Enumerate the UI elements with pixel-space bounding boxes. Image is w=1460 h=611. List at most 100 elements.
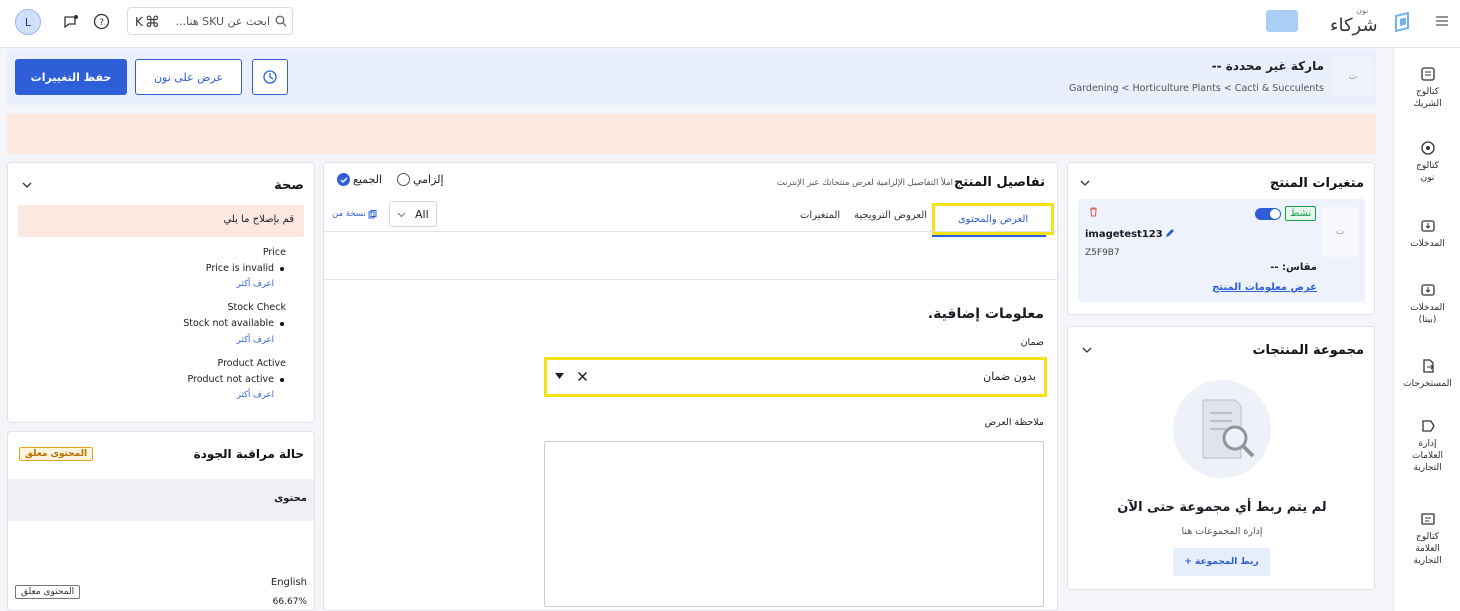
menu-icon[interactable] xyxy=(1435,15,1449,27)
issue-title: Price xyxy=(262,247,286,258)
qc-section-title: محتوى xyxy=(274,493,307,504)
inbox-icon xyxy=(1420,218,1436,234)
health-title: صحة xyxy=(274,178,304,193)
notifications-icon[interactable] xyxy=(62,13,80,31)
dropdown-caret-icon[interactable] xyxy=(555,373,564,380)
offer-note-textarea[interactable] xyxy=(544,441,1044,607)
status-toggle[interactable] xyxy=(1255,208,1281,220)
qc-row-badge: المحتوى معلق xyxy=(15,585,81,599)
tab-variants[interactable]: المتغيرات xyxy=(800,210,840,221)
link-group-button[interactable]: + ربط المجموعة xyxy=(1173,548,1270,576)
chevron-down-icon[interactable] xyxy=(1080,178,1090,188)
chevron-down-icon[interactable] xyxy=(1082,345,1092,355)
product-thumbnail: ت xyxy=(1333,57,1373,97)
search-bar[interactable]: K ⌘ ابحث عن SKU هنا... xyxy=(127,7,293,35)
edit-icon[interactable] xyxy=(1164,228,1175,239)
sidebar-item-brand-catalog[interactable]: كتالوج العلامة التجارية xyxy=(1394,511,1460,567)
view-product-info-link[interactable]: عرض معلومات المنتج xyxy=(1212,282,1317,293)
qc-language: English xyxy=(270,577,307,588)
variant-size: مقاس: -- xyxy=(1270,262,1317,273)
learn-more-link[interactable]: اعرف أكثر xyxy=(237,279,274,289)
brand-logo: نون شركاء xyxy=(1330,6,1414,40)
learn-more-link[interactable]: اعرف أكثر xyxy=(237,390,274,400)
product-header: ت ماركة غير محددة -- Gardening < Horticu… xyxy=(7,49,1376,105)
help-icon[interactable]: ? xyxy=(93,13,110,30)
issue-title: Stock Check xyxy=(227,302,286,313)
chevron-down-icon xyxy=(397,210,406,219)
export-icon xyxy=(1420,358,1436,374)
radio-unchecked[interactable] xyxy=(397,173,410,186)
catalog-noon-icon xyxy=(1420,140,1436,156)
brand-management-icon xyxy=(1420,418,1436,434)
checkbox-checked-icon[interactable] xyxy=(337,173,350,186)
scope-select[interactable]: All xyxy=(389,201,437,227)
empty-state-illustration xyxy=(1173,380,1271,478)
store-switcher[interactable] xyxy=(1266,10,1298,32)
issue-detail: Price is invalid xyxy=(205,263,285,274)
history-icon xyxy=(263,70,277,84)
product-group-card: مجموعة المنتجات لم يتم ربط أي مجموعة حتى… xyxy=(1067,326,1375,590)
filter-all[interactable]: الجميع xyxy=(337,173,382,186)
top-bar: L ? K ⌘ ابحث عن SKU هنا... نون شركاء xyxy=(0,0,1460,48)
variant-item[interactable]: ت نشط imagetest123 Z5F9B7 مقاس: -- عرض م… xyxy=(1078,199,1365,302)
command-icon: ⌘ xyxy=(144,13,160,31)
details-subtitle: املأ التفاصيل الإلزامية لعرض منتجاتك عبر… xyxy=(776,178,953,188)
details-title: تفاصيل المنتج xyxy=(953,175,1045,190)
health-banner: قم بإصلاح ما يلي xyxy=(18,205,304,237)
tab-promotions[interactable]: العروض الترويجية xyxy=(854,210,927,221)
qc-percent: 66.67% xyxy=(272,597,307,607)
issue-detail: Stock not available xyxy=(183,318,284,329)
status-badge: نشط xyxy=(1285,206,1317,221)
sidebar-item-partner-catalog[interactable]: كتالوج الشريك xyxy=(1394,66,1460,110)
shortcut-hint: K ⌘ xyxy=(135,13,160,31)
qc-title: حالة مراقبة الجودة xyxy=(193,447,304,461)
copy-icon xyxy=(368,209,377,218)
sidebar-item-inputs-beta[interactable]: المدخلات (بيتا) xyxy=(1394,282,1460,326)
avatar[interactable]: L xyxy=(15,9,41,35)
divider xyxy=(324,231,1057,232)
sidebar-item-inputs[interactable]: المدخلات xyxy=(1394,218,1460,250)
save-button[interactable]: حفظ التغييرات xyxy=(15,59,127,95)
breadcrumb: Gardening < Horticulture Plants < Cacti … xyxy=(1069,83,1324,94)
chevron-down-icon[interactable] xyxy=(22,180,32,190)
inbox-beta-icon xyxy=(1420,282,1436,298)
filter-required[interactable]: إلزامي xyxy=(397,173,444,186)
learn-more-link[interactable]: اعرف أكثر xyxy=(237,335,274,345)
delete-icon[interactable] xyxy=(1088,206,1099,217)
empty-state-subtitle: إدارة المجموعات هنا xyxy=(1181,526,1263,537)
offer-note-label: ملاحظة العرض xyxy=(984,417,1044,428)
copy-from-link[interactable]: نسخة من xyxy=(332,209,377,219)
warranty-select[interactable]: بدون ضمان xyxy=(544,357,1047,397)
empty-state-title: لم يتم ربط أي مجموعة حتى الآن xyxy=(1117,500,1327,515)
issue-title: Product Active xyxy=(217,358,286,369)
qc-status-badge: المحتوى معلق xyxy=(19,447,94,461)
search-input[interactable]: ابحث عن SKU هنا... xyxy=(176,15,270,28)
variants-card: متغيرات المنتج ت نشط imagetest123 Z5F9B7… xyxy=(1067,162,1375,315)
qc-card: حالة مراقبة الجودة المحتوى معلق محتوى En… xyxy=(7,431,315,611)
divider xyxy=(324,279,1057,280)
history-button[interactable] xyxy=(252,59,288,95)
sidebar-item-brand-management[interactable]: إدارة العلامات التجارية xyxy=(1394,418,1460,474)
section-title: معلومات إضافية. xyxy=(927,306,1044,322)
sidebar-item-exports[interactable]: المستخرجات xyxy=(1394,358,1460,390)
brand-catalog-icon xyxy=(1420,511,1436,527)
warranty-label: ضمان xyxy=(1020,337,1044,348)
alert-banner xyxy=(7,114,1376,154)
group-title: مجموعة المنتجات xyxy=(1252,343,1364,358)
variant-name: imagetest123 xyxy=(1085,229,1163,240)
product-details-card: تفاصيل المنتج املأ التفاصيل الإلزامية لع… xyxy=(323,162,1058,611)
variants-title: متغيرات المنتج xyxy=(1269,176,1364,191)
variant-sku: Z5F9B7 xyxy=(1085,248,1120,258)
qc-section-row xyxy=(8,479,314,521)
variant-thumbnail: ت xyxy=(1321,207,1359,257)
clear-icon[interactable] xyxy=(577,371,588,382)
sidebar-item-noon-catalog[interactable]: كتالوج نون xyxy=(1394,140,1460,184)
issue-detail: Product not active xyxy=(187,374,284,385)
search-icon xyxy=(275,15,287,27)
health-card: صحة قم بإصلاح ما يلي Price Price is inva… xyxy=(7,162,315,423)
brand-name: ماركة غير محددة -- xyxy=(1211,59,1324,73)
svg-text:?: ? xyxy=(99,18,104,28)
catalog-partner-icon xyxy=(1420,66,1436,82)
view-on-noon-button[interactable]: عرض على نون xyxy=(135,59,242,95)
side-nav: كتالوج الشريك كتالوج نون المدخلات المدخل… xyxy=(1393,48,1460,611)
